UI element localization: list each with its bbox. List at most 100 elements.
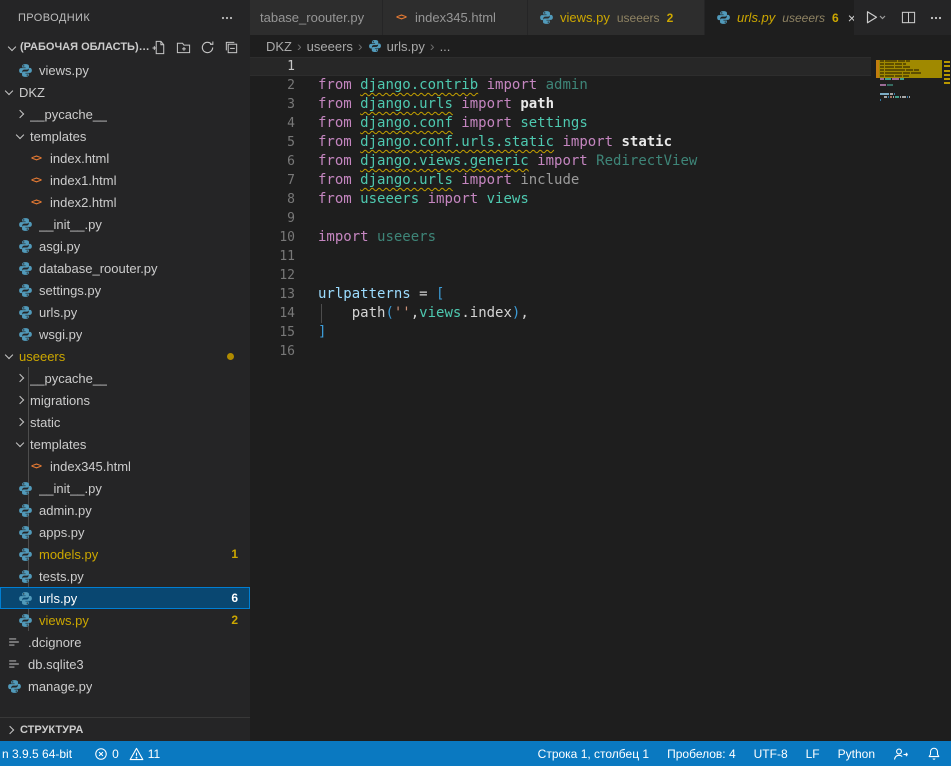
line-number[interactable]: 1 <box>250 57 295 76</box>
minimap-line <box>876 102 942 105</box>
workspace-section-header[interactable]: (РАБОЧАЯ ОБЛАСТЬ) ... <box>0 35 250 59</box>
html-icon: <> <box>28 458 44 474</box>
problem-count-badge: 1 <box>231 547 238 561</box>
line-number[interactable]: 10 <box>250 228 295 247</box>
tree-item-manage.py[interactable]: manage.py <box>0 675 250 697</box>
eol-status[interactable]: LF <box>806 747 820 761</box>
explorer-header: ПРОВОДНИК <box>0 0 250 35</box>
tree-item-templates[interactable]: templates <box>0 433 250 455</box>
tree-item--init-.py[interactable]: __init__.py <box>0 213 250 235</box>
more-actions-icon[interactable] <box>927 9 945 27</box>
line-number[interactable]: 8 <box>250 190 295 209</box>
line-number[interactable]: 6 <box>250 152 295 171</box>
tree-item-admin.py[interactable]: admin.py <box>0 499 250 521</box>
tree-item-dkz[interactable]: DKZ <box>0 81 250 103</box>
tab-urls.py[interactable]: urls.pyuseeers6× <box>705 0 855 35</box>
tree-item--init-.py[interactable]: __init__.py <box>0 477 250 499</box>
status-bar: n 3.9.5 64-bit 0 11 Строка 1, столбец 1 … <box>0 741 951 766</box>
tree-item-migrations[interactable]: migrations <box>0 389 250 411</box>
tree-item-.dcignore[interactable]: .dcignore <box>0 631 250 653</box>
run-button[interactable] <box>863 9 889 27</box>
tab-index345.html[interactable]: <>index345.html <box>383 0 528 35</box>
python-icon <box>17 502 33 518</box>
collapse-all-icon[interactable] <box>222 38 240 56</box>
tree-item--pycache-[interactable]: __pycache__ <box>0 367 250 389</box>
tree-item-views.py[interactable]: views.py <box>0 59 250 81</box>
line-number[interactable]: 15 <box>250 323 295 342</box>
close-tab-icon[interactable]: × <box>848 10 855 26</box>
chevron-down-icon <box>8 43 16 51</box>
line-number[interactable]: 2 <box>250 76 295 95</box>
python-interpreter-status[interactable]: n 3.9.5 64-bit <box>2 747 72 761</box>
warning-icon <box>129 747 144 761</box>
problem-count-badge: 2 <box>231 613 238 627</box>
tree-item--pycache-[interactable]: __pycache__ <box>0 103 250 125</box>
line-number[interactable]: 16 <box>250 342 295 361</box>
tree-item-index2.html[interactable]: <>index2.html <box>0 191 250 213</box>
tree-item-wsgi.py[interactable]: wsgi.py <box>0 323 250 345</box>
line-number[interactable]: 11 <box>250 247 295 266</box>
tree-item-tests.py[interactable]: tests.py <box>0 565 250 587</box>
tree-item-urls.py[interactable]: urls.py6 <box>0 587 250 609</box>
line-number[interactable]: 9 <box>250 209 295 228</box>
tree-item-db.sqlite3[interactable]: db.sqlite3 <box>0 653 250 675</box>
overview-ruler[interactable] <box>942 35 951 741</box>
breadcrumb-item-...[interactable]: ... <box>440 39 451 54</box>
problems-status[interactable]: 0 11 <box>94 747 160 761</box>
code-text: from django.urls import path <box>318 95 554 114</box>
tree-item-useeers[interactable]: useeers <box>0 345 250 367</box>
tree-item-index345.html[interactable]: <>index345.html <box>0 455 250 477</box>
code-line-4: 4from django.conf import settings <box>250 114 951 133</box>
tree-item-asgi.py[interactable]: asgi.py <box>0 235 250 257</box>
tree-item-index.html[interactable]: <>index.html <box>0 147 250 169</box>
notifications-bell-icon[interactable] <box>927 746 941 761</box>
python-icon <box>17 590 33 606</box>
breadcrumb-item-useeers[interactable]: useeers <box>307 39 353 54</box>
split-editor-icon[interactable] <box>899 9 917 27</box>
tree-item-static[interactable]: static <box>0 411 250 433</box>
tree-item-settings.py[interactable]: settings.py <box>0 279 250 301</box>
tree-item-index1.html[interactable]: <>index1.html <box>0 169 250 191</box>
tree-item-views.py[interactable]: views.py2 <box>0 609 250 631</box>
breadcrumb-item-dkz[interactable]: DKZ <box>266 39 292 54</box>
tree-item-label: templates <box>30 437 86 452</box>
code-editor[interactable]: 12from django.contrib import admin3from … <box>250 57 951 741</box>
line-number[interactable]: 5 <box>250 133 295 152</box>
line-number[interactable]: 3 <box>250 95 295 114</box>
tree-item-label: admin.py <box>39 503 92 518</box>
language-mode-status[interactable]: Python <box>838 747 875 761</box>
feedback-icon[interactable] <box>893 747 909 761</box>
code-line-15: 15] <box>250 323 951 342</box>
breadcrumb-item-urls.py[interactable]: urls.py <box>368 39 425 54</box>
minimap[interactable] <box>876 57 942 117</box>
code-line-14: 14 path('',views.index), <box>250 304 951 323</box>
line-number[interactable]: 4 <box>250 114 295 133</box>
tab-views.py[interactable]: views.pyuseeers2 <box>528 0 705 35</box>
new-file-icon[interactable] <box>150 38 168 56</box>
cursor-position-status[interactable]: Строка 1, столбец 1 <box>538 747 649 761</box>
line-number[interactable]: 13 <box>250 285 295 304</box>
new-folder-icon[interactable] <box>174 38 192 56</box>
error-count: 0 <box>112 747 119 761</box>
tree-item-database-roouter.py[interactable]: database_roouter.py <box>0 257 250 279</box>
tree-item-label: database_roouter.py <box>39 261 158 276</box>
warning-ruler-mark <box>944 74 950 76</box>
chevron-right-icon <box>16 418 24 426</box>
encoding-status[interactable]: UTF-8 <box>754 747 788 761</box>
tree-item-label: tests.py <box>39 569 84 584</box>
line-number[interactable]: 12 <box>250 266 295 285</box>
indentation-status[interactable]: Пробелов: 4 <box>667 747 736 761</box>
outline-section-header[interactable]: СТРУКТУРА <box>0 717 250 741</box>
code-line-10: 10import useeers <box>250 228 951 247</box>
tree-item-models.py[interactable]: models.py1 <box>0 543 250 565</box>
tree-item-apps.py[interactable]: apps.py <box>0 521 250 543</box>
line-number[interactable]: 7 <box>250 171 295 190</box>
tree-item-urls.py[interactable]: urls.py <box>0 301 250 323</box>
line-number[interactable]: 14 <box>250 304 295 323</box>
tree-item-templates[interactable]: templates <box>0 125 250 147</box>
chevron-down-icon <box>16 130 24 138</box>
tab-tabase-roouter.py[interactable]: tabase_roouter.py <box>250 0 383 35</box>
warning-count: 11 <box>148 747 160 761</box>
refresh-icon[interactable] <box>198 38 216 56</box>
explorer-more-actions-icon[interactable] <box>218 9 236 27</box>
